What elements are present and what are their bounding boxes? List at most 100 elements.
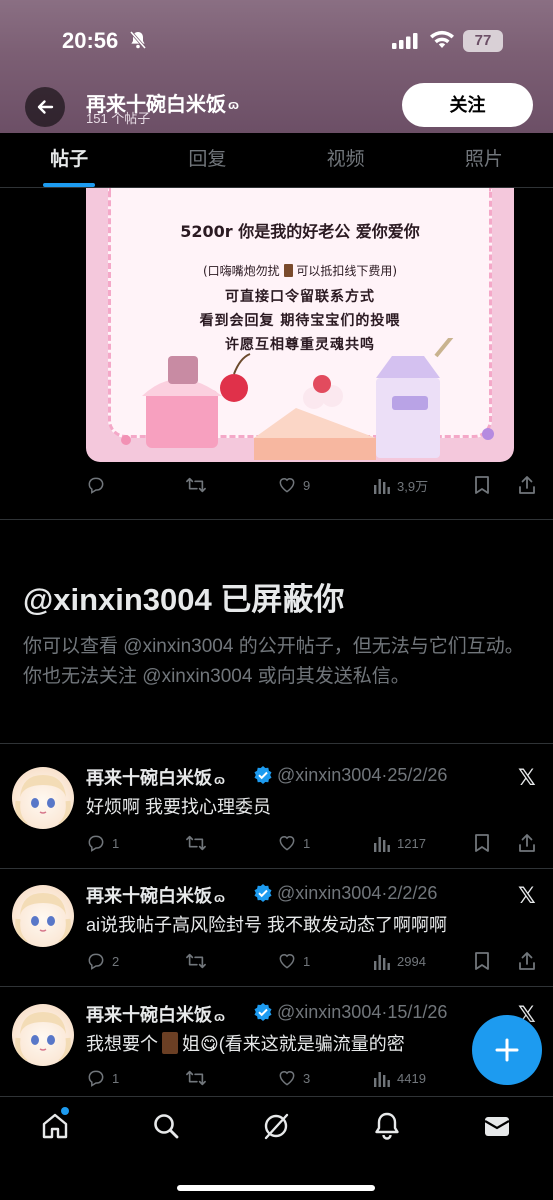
- image-text-line2a: (口嗨嘴炮勿扰: [203, 264, 284, 278]
- search-icon[interactable]: [151, 1111, 181, 1141]
- tweet[interactable]: 再来十碗白米饭 ɷ @xinxin3004·15/1/26 𝕏 我想要个 姐😋(看来…: [0, 982, 553, 1096]
- like-count: 1: [303, 953, 311, 969]
- home-notification-dot: [61, 1107, 69, 1115]
- reply-icon: [88, 1070, 104, 1087]
- compose-button[interactable]: [472, 1015, 542, 1085]
- author-name[interactable]: 再来十碗白米饭 ɷ: [86, 882, 225, 908]
- share-icon: [519, 476, 535, 494]
- post-image[interactable]: 5200r 你是我的好老公 爱你爱你 (口嗨嘴炮勿扰 可以抵扣线下费用) 可直接…: [86, 188, 514, 462]
- image-text-line2: (口嗨嘴炮勿扰 可以抵扣线下费用): [86, 262, 514, 279]
- heart-icon: [279, 836, 295, 851]
- divider: [0, 743, 553, 744]
- reply-icon: [88, 835, 104, 852]
- views-chart-icon: [374, 837, 390, 852]
- tweet-text: ai说我帖子高风险封号 我不敢发动态了啊啊啊: [86, 915, 448, 935]
- share-button[interactable]: [518, 833, 536, 853]
- posts-count: 151 个帖子: [86, 111, 151, 126]
- share-button[interactable]: [518, 951, 536, 971]
- heart-icon: [279, 954, 295, 969]
- reply-button[interactable]: 1: [86, 833, 185, 853]
- grok-icon[interactable]: [261, 1111, 291, 1141]
- messages-icon[interactable]: [482, 1111, 512, 1141]
- bookmark-icon: [475, 834, 489, 852]
- view-count: 4419: [397, 1070, 426, 1086]
- verified-icon: [254, 1003, 272, 1021]
- like-count: 1: [303, 835, 311, 851]
- verified-icon: [254, 766, 272, 784]
- like-count: 3: [303, 1070, 311, 1086]
- blocked-title: @xinxin3004 已屏蔽你: [23, 582, 345, 617]
- back-arrow-icon: [37, 100, 54, 114]
- avatar[interactable]: [12, 885, 74, 947]
- image-text-line2b: 可以抵扣线下费用): [292, 264, 397, 278]
- share-icon: [519, 952, 535, 970]
- like-button[interactable]: 1: [277, 833, 373, 853]
- tweet[interactable]: 再来十碗白米饭 ɷ @xinxin3004·25/2/26 𝕏 好烦啊 我要找心理…: [0, 745, 553, 868]
- reply-button[interactable]: 2: [86, 951, 185, 971]
- avatar[interactable]: [12, 767, 74, 829]
- like-button[interactable]: 9: [277, 475, 373, 495]
- view-count: 3,9万: [397, 478, 429, 494]
- retweet-icon: [186, 477, 206, 493]
- share-button[interactable]: [518, 475, 536, 495]
- views-button[interactable]: 2994: [373, 952, 473, 970]
- retweet-button[interactable]: [185, 475, 277, 495]
- tweet-text: 我想要个 姐😋(看来这就是骗流量的密: [86, 1030, 405, 1056]
- retweet-button[interactable]: [185, 833, 277, 853]
- like-count: 9: [303, 477, 311, 493]
- bookmark-button[interactable]: [473, 833, 518, 853]
- view-count: 1217: [397, 835, 426, 851]
- x-logo-icon: 𝕏: [518, 883, 536, 908]
- tab-videos[interactable]: 视频: [277, 133, 415, 187]
- tweet[interactable]: 再来十碗白米饭 ɷ @xinxin3004·2/2/26 𝕏 ai说我帖子高风险封…: [0, 863, 553, 986]
- author-handle-date[interactable]: @xinxin3004·2/2/26: [277, 883, 437, 904]
- home-icon[interactable]: [40, 1111, 70, 1141]
- image-text-line4: 看到会回复 期待宝宝们的投喂: [199, 313, 401, 329]
- retweet-icon: [186, 953, 206, 969]
- bookmark-icon: [475, 952, 489, 970]
- like-button[interactable]: 1: [277, 951, 373, 971]
- bottom-navigation: [0, 1096, 553, 1200]
- avatar-image: [15, 1012, 71, 1064]
- compose-icon: [495, 1038, 519, 1062]
- views-chart-icon: [374, 955, 390, 970]
- author-name[interactable]: 再来十碗白米饭 ɷ: [86, 764, 225, 790]
- author-handle-date[interactable]: @xinxin3004·15/1/26: [277, 1002, 447, 1023]
- reply-icon: [88, 953, 104, 970]
- views-button[interactable]: 3,9万: [373, 476, 473, 495]
- tab-replies[interactable]: 回复: [138, 133, 276, 187]
- notifications-icon[interactable]: [372, 1111, 402, 1141]
- views-button[interactable]: 4419: [373, 1069, 473, 1087]
- tab-posts[interactable]: 帖子: [0, 133, 138, 187]
- retweet-button[interactable]: [185, 1068, 277, 1088]
- retweet-button[interactable]: [185, 951, 277, 971]
- back-button[interactable]: [25, 87, 65, 127]
- reply-button[interactable]: [86, 475, 185, 495]
- reply-count: 2: [112, 953, 120, 969]
- blocked-description: 你可以查看 @xinxin3004 的公开帖子，但无法与它们互动。你也无法关注 …: [23, 636, 524, 687]
- tab-photos[interactable]: 照片: [415, 133, 553, 187]
- bookmark-button[interactable]: [473, 951, 518, 971]
- heart-icon: [279, 478, 295, 493]
- badge-icon: ɷ: [214, 1009, 225, 1024]
- tweet-actions: 1 3 4419: [86, 1066, 542, 1090]
- like-button[interactable]: 3: [277, 1068, 373, 1088]
- profile-tabs: 帖子 回复 视频 照片: [0, 133, 553, 188]
- reply-button[interactable]: 1: [86, 1068, 185, 1088]
- door-emoji-icon: [162, 1032, 178, 1054]
- reply-count: 1: [112, 1070, 120, 1086]
- reply-icon: [88, 477, 104, 494]
- follow-button[interactable]: 关注: [402, 83, 533, 127]
- author-name[interactable]: 再来十碗白米饭 ɷ: [86, 1001, 225, 1027]
- views-button[interactable]: 1217: [373, 834, 473, 852]
- tweet-text-part: 我想要个: [86, 1034, 158, 1054]
- wifi-icon: [430, 30, 454, 48]
- verified-icon: [254, 884, 272, 902]
- status-time: 20:56: [62, 28, 119, 53]
- author-name-text: 再来十碗白米饭: [86, 1005, 212, 1025]
- avatar[interactable]: [12, 1004, 74, 1066]
- tweet-text-part: 姐😋(看来这就是骗流量的密: [182, 1034, 405, 1054]
- post-actions: 9 3,9万: [86, 473, 542, 497]
- author-handle-date[interactable]: @xinxin3004·25/2/26: [277, 765, 447, 786]
- bookmark-button[interactable]: [473, 475, 518, 495]
